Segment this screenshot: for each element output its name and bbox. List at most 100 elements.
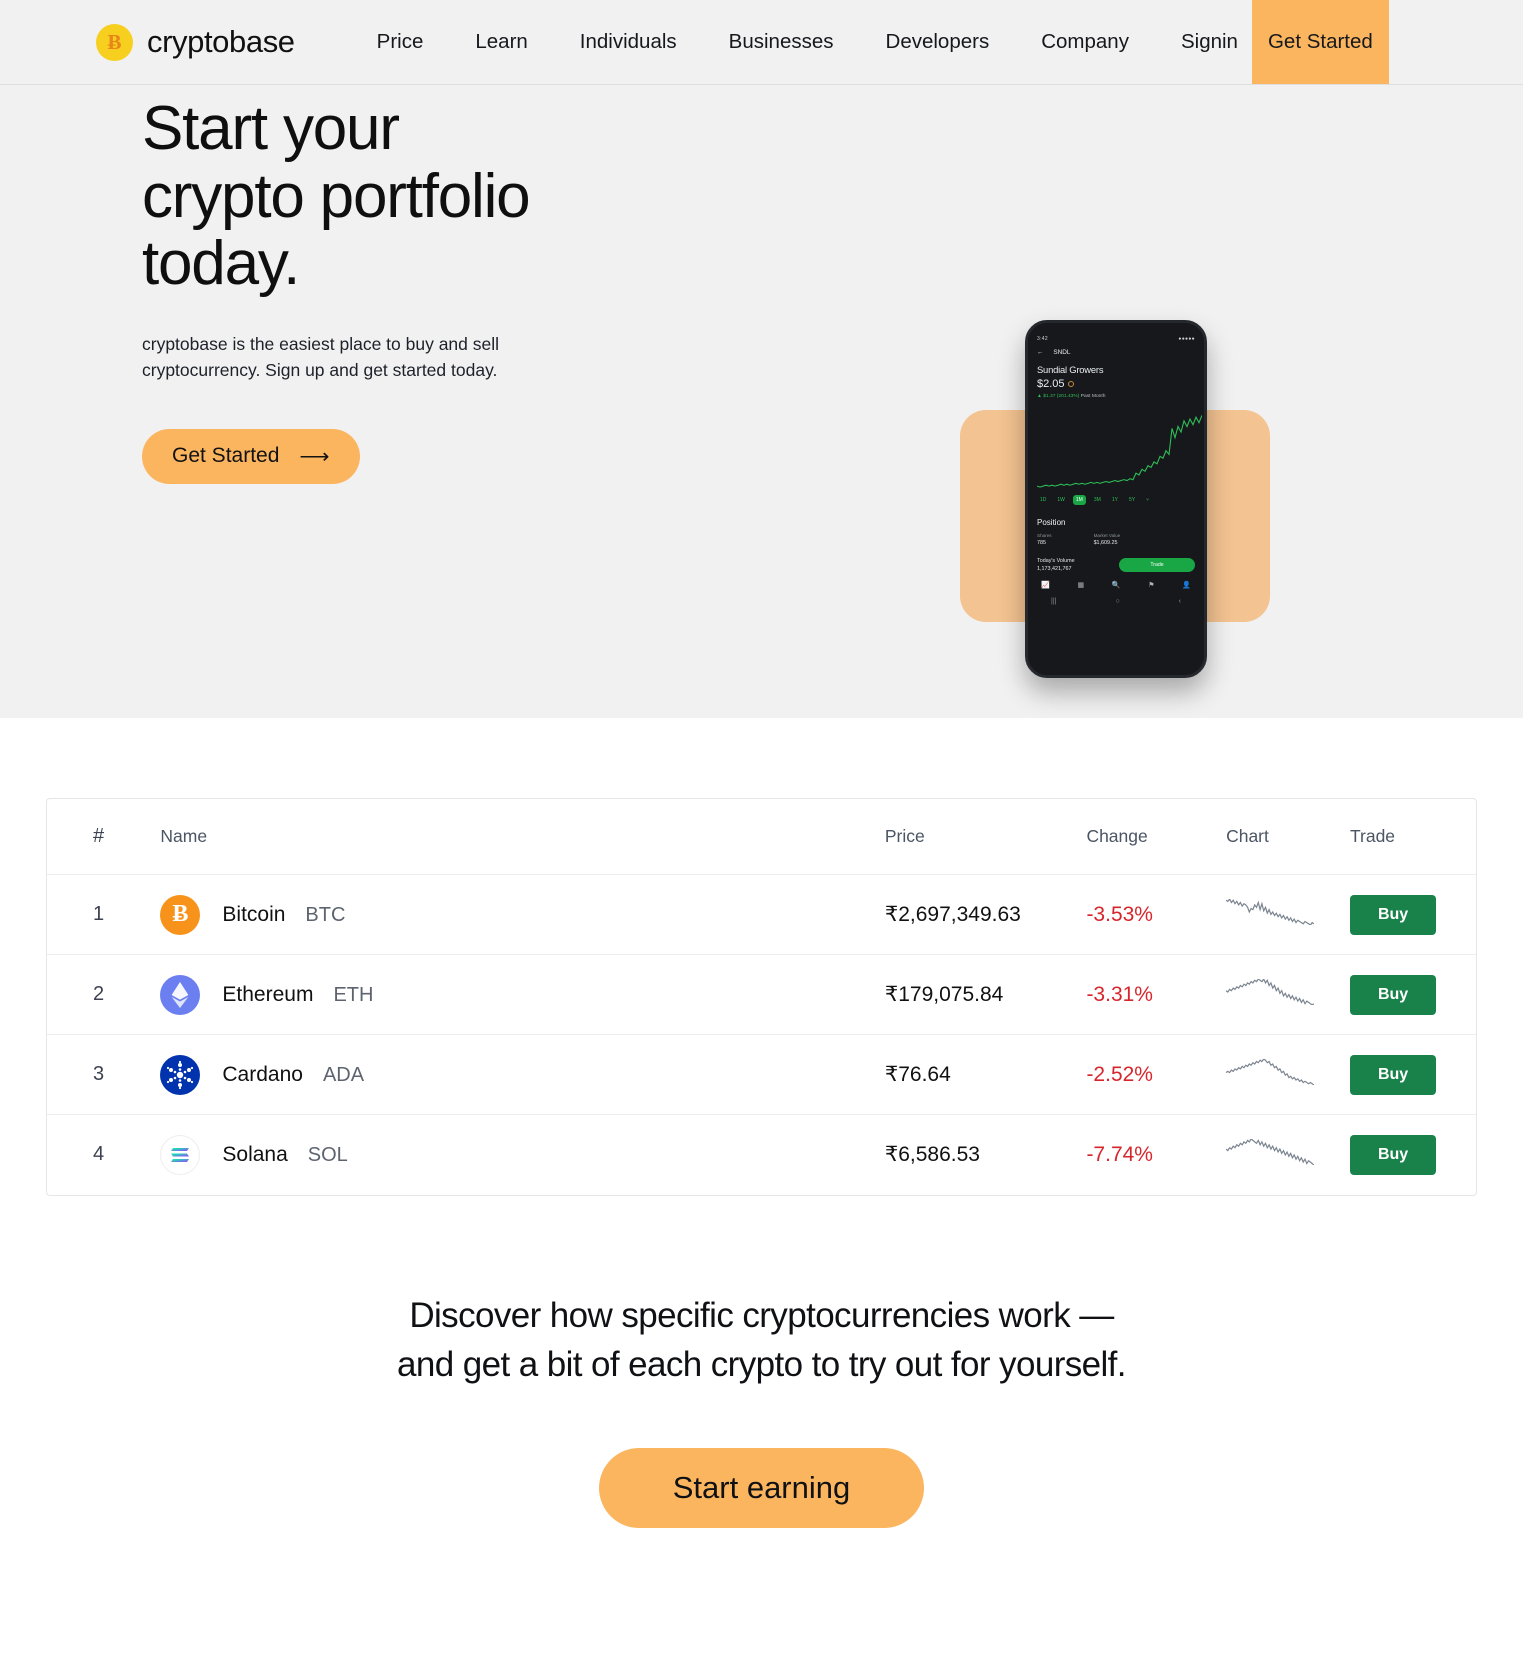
range-1w[interactable]: 1W [1054,495,1068,505]
coin-symbol: BTC [305,903,346,926]
phone-delta-value: $1.37 (201.43%) [1043,394,1080,399]
status-icons: ●●●●● [1178,336,1195,342]
phone-volume-row: Today's Volume 1,173,421,767 Trade [1037,556,1195,572]
cell-rank: 4 [47,1114,161,1195]
triangle-up-icon: ▲ [1037,394,1042,399]
phone-range-selector[interactable]: 1D 1W 1M 3M 1Y 5Y ⑂ [1037,495,1195,505]
column-header-chart: Chart [1226,826,1269,846]
phone-position-heading: Position [1037,518,1066,527]
nav-item-learn[interactable]: Learn [449,0,553,84]
info-badge-icon [1067,381,1074,387]
flag-tab-icon[interactable]: ⚑ [1148,581,1154,589]
cell-price: ₹76.64 [884,1034,1087,1115]
range-1d[interactable]: 1D [1037,495,1049,505]
cell-trade: Buy [1349,874,1476,955]
hero-copy: Start your crypto portfolio today. crypt… [142,95,742,484]
start-earning-button[interactable]: Start earning [598,1447,925,1528]
hero-phone-mockup: 3:42 ●●●●● ← SNDL Sundial Growers $2.05 … [940,230,1280,678]
nav-item-company[interactable]: Company [1015,0,1155,84]
nav-item-price[interactable]: Price [351,0,450,84]
coin-symbol: ADA [322,1063,365,1086]
phone-volume-block: Today's Volume 1,173,421,767 [1037,556,1075,572]
phone-trade-button[interactable]: Trade [1119,558,1195,572]
nav-item-businesses[interactable]: Businesses [703,0,860,84]
phone-price-chart [1036,412,1203,490]
phone-device: 3:42 ●●●●● ← SNDL Sundial Growers $2.05 … [1025,320,1207,678]
table-row[interactable]: 3 Cardano ADA ₹76.64 -2.52% Buy [47,1034,1476,1115]
cell-name: Ethereum ETH [160,954,885,1035]
cell-name: Ƀ Bitcoin BTC [160,874,885,955]
cell-change: -7.74% [1086,1142,1153,1166]
nav-item-developers[interactable]: Developers [860,0,1016,84]
buy-button[interactable]: Buy [1349,894,1437,935]
range-3m[interactable]: 3M [1091,495,1104,505]
nav-get-started-button[interactable]: Get Started [1251,0,1389,84]
arrow-right-icon: ⟶ [299,444,330,468]
table-row[interactable]: 4 Solana SOL ₹6,586.53 -7.74% Buy [47,1114,1476,1195]
phone-market-value-label: Market Value [1093,533,1121,538]
cta-heading-line-1: Discover how specific cryptocurrencies w… [409,1295,1114,1335]
coin-name: Ethereum [222,982,314,1006]
cell-sparkline [1225,1114,1350,1195]
coin-symbol: SOL [307,1143,348,1166]
cell-change: -2.52% [1086,1062,1153,1086]
cell-sparkline [1225,1034,1350,1115]
phone-shares-value: 785 [1037,540,1046,546]
cardano-logo [160,1054,201,1095]
cell-change: -3.53% [1086,902,1153,926]
phone-shares-label: Shares [1037,533,1052,538]
buy-button[interactable]: Buy [1349,974,1437,1015]
range-5y[interactable]: 5Y [1126,495,1138,505]
cell-price: ₹179,075.84 [884,954,1087,1035]
profile-tab-icon[interactable]: 👤 [1182,581,1191,589]
nav-links: Price Learn Individuals Businesses Devel… [351,0,1252,84]
status-time: 3:42 [1037,336,1048,342]
cell-trade: Buy [1349,1114,1476,1195]
phone-company-name: Sundial Growers [1037,364,1104,375]
hero-section: Start your crypto portfolio today. crypt… [0,85,1523,718]
hero-title-line-1: Start your [142,94,400,163]
cell-price: ₹6,586.53 [884,1114,1087,1195]
back-nav-icon[interactable]: ‹ [1179,598,1181,605]
phone-shares-block: Shares 785 [1037,533,1052,546]
phone-price: $2.05 [1037,378,1065,390]
phone-position-grid: Shares 785 Market Value $1,609.25 [1037,533,1195,546]
hero-subtitle: cryptobase is the easiest place to buy a… [142,333,500,380]
cta-heading-line-2: and get a bit of each crypto to try out … [397,1345,1126,1385]
cell-rank: 2 [47,954,161,1035]
range-all-icon[interactable]: ⑂ [1143,495,1152,505]
bitcoin-icon: Ƀ [96,23,133,61]
column-header-change: Change [1086,826,1148,846]
coin-name: Bitcoin [222,902,286,926]
column-header-price: Price [884,826,925,846]
chart-tab-icon[interactable]: 📈 [1041,581,1050,589]
buy-button[interactable]: Buy [1349,1134,1437,1175]
range-1m[interactable]: 1M [1072,495,1086,505]
coin-name: Cardano [222,1062,303,1086]
home-nav-icon[interactable]: ○ [1115,598,1119,605]
recents-nav-icon[interactable]: ||| [1051,598,1056,605]
table-row[interactable]: 1 Ƀ Bitcoin BTC ₹2,697,349.63 -3.53% Buy [47,874,1476,955]
phone-ticker: SNDL [1053,349,1071,356]
range-1y[interactable]: 1Y [1109,495,1121,505]
column-header-rank: # [93,825,105,847]
nav-item-individuals[interactable]: Individuals [554,0,703,84]
news-tab-icon[interactable]: ▦ [1077,581,1084,589]
phone-tab-bar[interactable]: 📈 ▦ 🔍 ⚑ 👤 [1037,581,1195,589]
cell-trade: Buy [1349,1034,1476,1115]
bottom-cta-section: Discover how specific cryptocurrencies w… [0,1291,1523,1528]
search-tab-icon[interactable]: 🔍 [1112,581,1121,589]
hero-title-line-2: crypto portfolio [142,161,531,231]
cell-trade: Buy [1349,954,1476,1035]
back-arrow-icon[interactable]: ← [1037,349,1043,356]
column-header-name: Name [160,826,208,846]
brand-logo[interactable]: Ƀ cryptobase [96,0,295,84]
bitcoin-logo: Ƀ [160,894,201,935]
nav-item-signin[interactable]: Signin [1155,0,1252,84]
hero-get-started-button[interactable]: Get Started ⟶ [142,428,360,484]
table-header-row: # Name Price Change Chart Trade [47,799,1476,875]
phone-system-nav[interactable]: ||| ○ ‹ [1037,598,1195,605]
table-row[interactable]: 2 Ethereum ETH ₹179,075.84 -3.31% Buy [47,954,1476,1035]
solana-logo [160,1134,201,1175]
buy-button[interactable]: Buy [1349,1054,1437,1095]
